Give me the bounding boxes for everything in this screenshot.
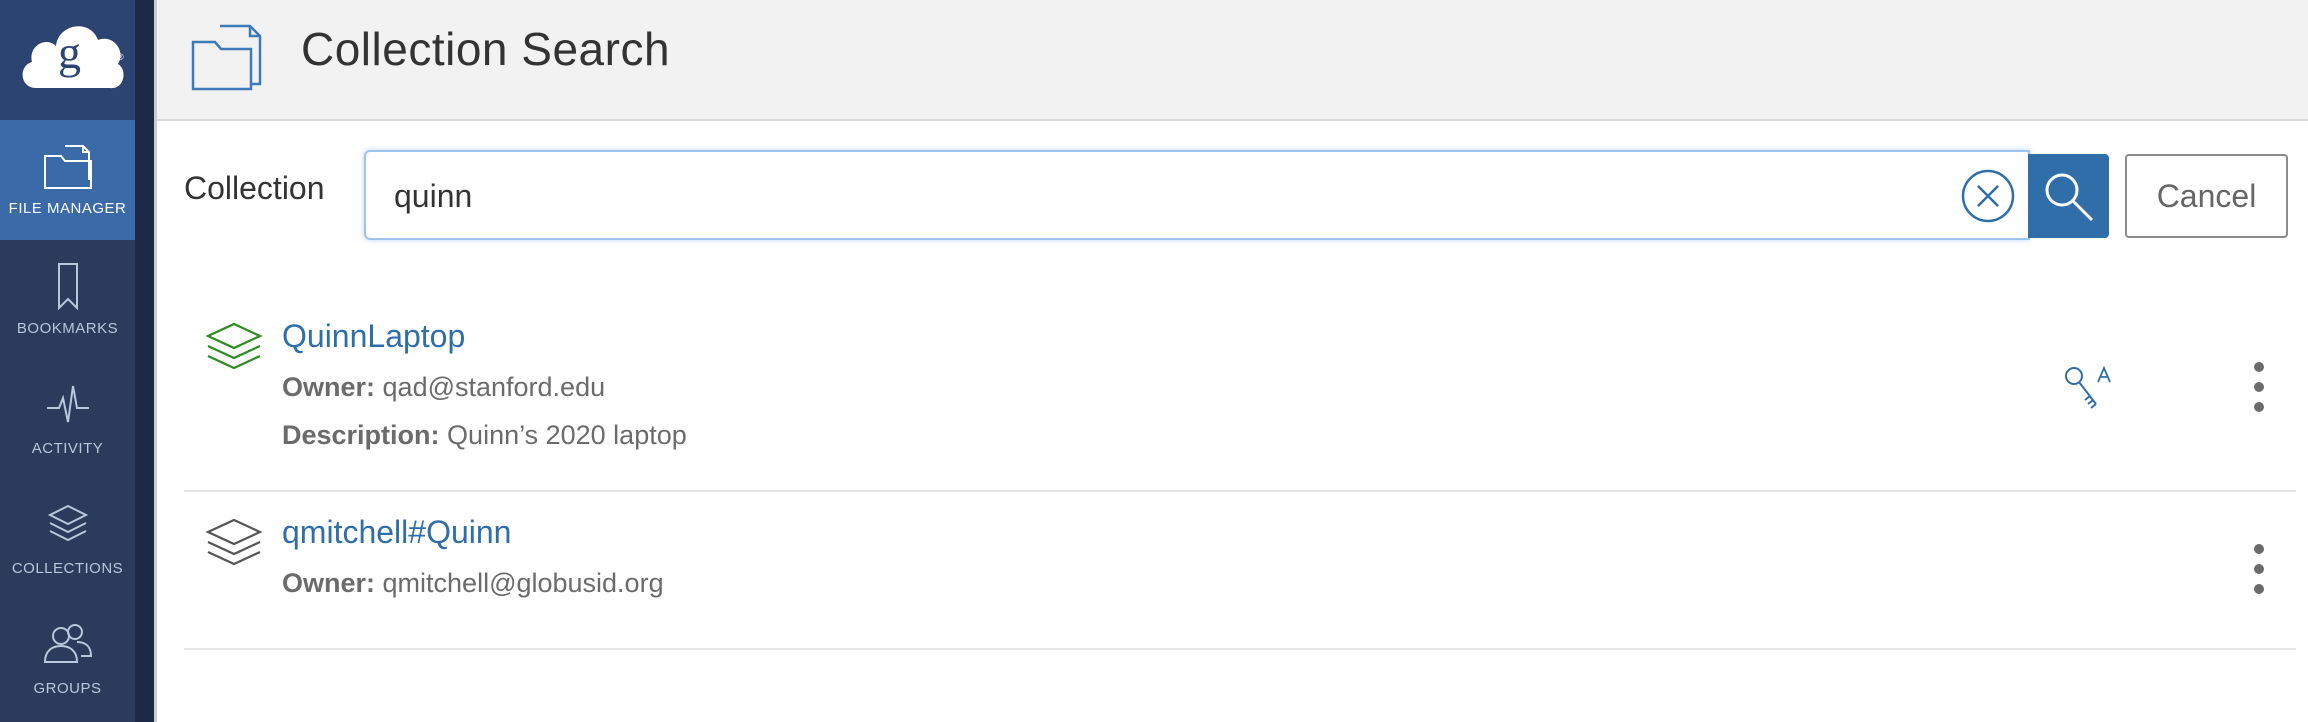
sidebar: g ® FILE MANAGER BOOKMARKS ACTIVITY COLL… bbox=[0, 0, 154, 722]
search-icon bbox=[2045, 173, 2094, 222]
globus-logo-icon: g ® bbox=[22, 26, 124, 89]
file-manager-icon bbox=[43, 145, 92, 189]
collection-icon bbox=[205, 518, 263, 566]
sidebar-item-label: BOOKMARKS bbox=[16, 320, 119, 337]
result-item[interactable]: qmitchell#Quinn Owner: qmitchell@globusi… bbox=[184, 492, 2296, 650]
owner-label: Owner: bbox=[282, 568, 376, 598]
svg-text:g: g bbox=[58, 27, 81, 78]
page-header: Collection Search bbox=[157, 0, 2308, 121]
search-button[interactable] bbox=[2028, 154, 2109, 238]
owner-row: Owner: qad@stanford.edu bbox=[282, 372, 605, 403]
collection-label: Collection bbox=[184, 170, 325, 206]
search-input[interactable] bbox=[394, 172, 1894, 220]
groups-icon bbox=[43, 624, 92, 663]
sidebar-item-label: COLLECTIONS bbox=[11, 560, 124, 577]
result-title[interactable]: qmitchell#Quinn bbox=[282, 514, 511, 551]
sidebar-item-label: FILE MANAGER bbox=[8, 200, 127, 217]
description-value: Quinn’s 2020 laptop bbox=[447, 420, 687, 450]
bookmark-icon bbox=[57, 263, 78, 311]
owner-label: Owner: bbox=[282, 372, 376, 402]
owner-row: Owner: qmitchell@globusid.org bbox=[282, 568, 664, 599]
sidebar-item-groups[interactable]: GROUPS bbox=[0, 600, 135, 720]
search-field bbox=[364, 150, 2030, 240]
sidebar-item-activity[interactable]: ACTIVITY bbox=[0, 360, 135, 480]
sidebar-item-label: GROUPS bbox=[33, 680, 102, 697]
more-options-icon[interactable] bbox=[2244, 362, 2274, 422]
activity-icon bbox=[46, 385, 89, 423]
collections-icon bbox=[47, 504, 88, 542]
collection-icon bbox=[205, 322, 263, 370]
owner-value: qmitchell@globusid.org bbox=[382, 568, 664, 598]
sidebar-item-bookmarks[interactable]: BOOKMARKS bbox=[0, 240, 135, 360]
folder-icon bbox=[191, 24, 262, 91]
key-icon bbox=[2065, 365, 2111, 409]
logo[interactable]: g ® bbox=[0, 0, 135, 120]
result-title[interactable]: QuinnLaptop bbox=[282, 318, 465, 355]
sidebar-item-file-manager[interactable]: FILE MANAGER bbox=[0, 120, 135, 240]
sidebar-item-label: ACTIVITY bbox=[31, 440, 104, 457]
page-title: Collection Search bbox=[301, 23, 671, 75]
description-row: Description: Quinn’s 2020 laptop bbox=[282, 420, 687, 451]
more-options-icon[interactable] bbox=[2244, 544, 2274, 604]
description-label: Description: bbox=[282, 420, 440, 450]
clear-icon[interactable] bbox=[1960, 168, 2016, 224]
svg-text:®: ® bbox=[117, 52, 124, 62]
result-item[interactable]: QuinnLaptop Owner: qad@stanford.edu Desc… bbox=[184, 290, 2296, 492]
sidebar-rail bbox=[135, 0, 154, 722]
cancel-button[interactable]: Cancel bbox=[2125, 154, 2288, 238]
owner-value: qad@stanford.edu bbox=[382, 372, 606, 402]
sidebar-item-collections[interactable]: COLLECTIONS bbox=[0, 480, 135, 600]
